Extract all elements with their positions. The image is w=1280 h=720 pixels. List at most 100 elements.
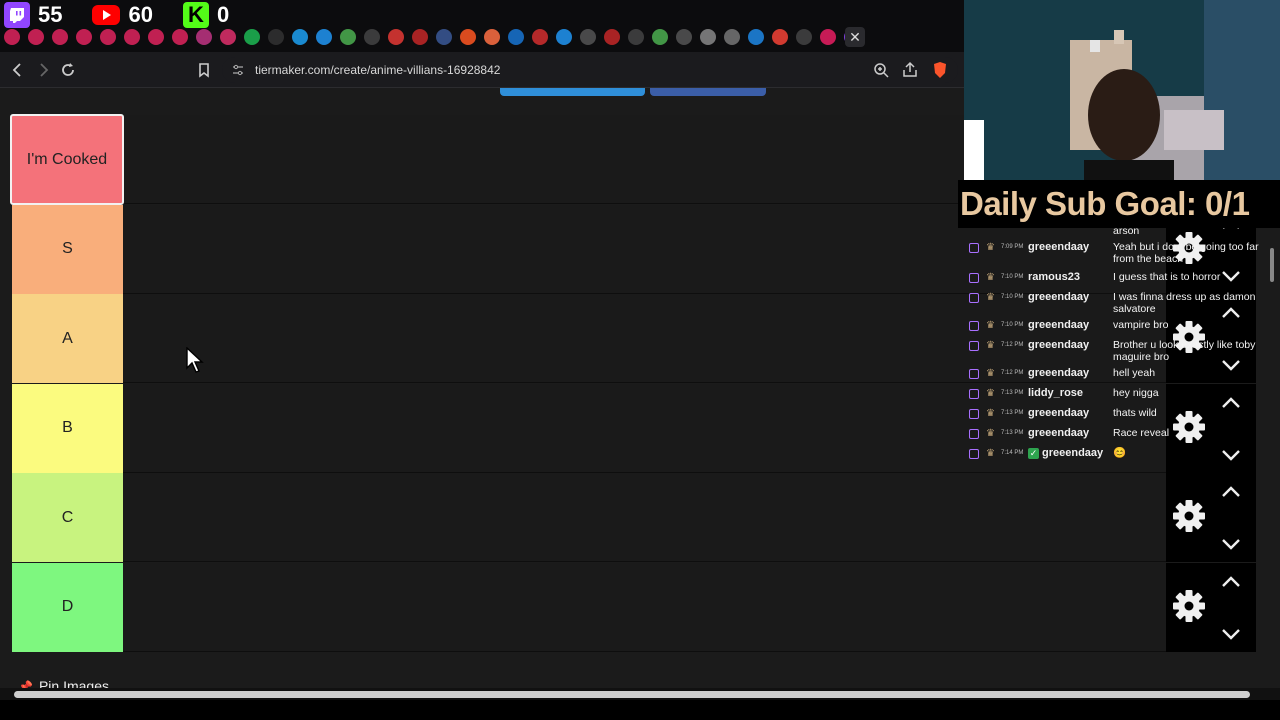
chat-username[interactable]: liddy_rose bbox=[1028, 387, 1083, 399]
tab-favicon-icon[interactable] bbox=[532, 29, 548, 45]
tab-favicon-icon[interactable] bbox=[772, 29, 788, 45]
tab-favicon-icon[interactable] bbox=[364, 29, 380, 45]
vertical-scroll-thumb[interactable] bbox=[1270, 248, 1274, 282]
gear-icon[interactable] bbox=[1172, 589, 1206, 623]
tab-favicon-icon[interactable] bbox=[484, 29, 500, 45]
tab-favicon-icon[interactable] bbox=[76, 29, 92, 45]
user-badge-icon: ♛ bbox=[986, 448, 995, 459]
tab-favicon-icon[interactable] bbox=[460, 29, 476, 45]
chat-timestamp: 7:13 PM bbox=[1001, 430, 1024, 436]
kick-counter: K 0 bbox=[182, 2, 229, 28]
tab-favicon-icon[interactable] bbox=[4, 29, 20, 45]
tab-favicon-icon[interactable] bbox=[220, 29, 236, 45]
tier-label[interactable]: D bbox=[12, 562, 123, 652]
tab-strip bbox=[4, 29, 860, 45]
tab-favicon-icon[interactable] bbox=[436, 29, 452, 45]
tab-favicon-icon[interactable] bbox=[748, 29, 764, 45]
tab-favicon-icon[interactable] bbox=[388, 29, 404, 45]
user-badge-icon: ♛ bbox=[986, 428, 995, 439]
chat-text: Race reveal bbox=[1113, 427, 1170, 439]
twitch-chat-icon bbox=[969, 243, 979, 253]
reload-icon[interactable] bbox=[58, 60, 78, 80]
tab-favicon-icon[interactable] bbox=[52, 29, 68, 45]
tab-favicon-icon[interactable] bbox=[172, 29, 188, 45]
chevron-down-icon[interactable] bbox=[1220, 627, 1242, 641]
twitch-chat-icon bbox=[969, 321, 979, 331]
save-download-button[interactable] bbox=[500, 88, 645, 96]
url-text[interactable]: tiermaker.com/create/anime-villians-1692… bbox=[255, 63, 500, 77]
tab-favicon-icon[interactable] bbox=[124, 29, 140, 45]
chat-username[interactable]: ramous23 bbox=[1028, 271, 1080, 283]
chat-username[interactable]: greeendaay bbox=[1028, 319, 1089, 331]
tab-favicon-icon[interactable] bbox=[796, 29, 812, 45]
secondary-action-button[interactable] bbox=[650, 88, 766, 96]
twitch-chat-icon bbox=[969, 389, 979, 399]
tab-favicon-icon[interactable] bbox=[292, 29, 308, 45]
tab-favicon-icon[interactable] bbox=[340, 29, 356, 45]
tier-controls bbox=[1166, 473, 1256, 562]
twitch-chat-icon bbox=[969, 369, 979, 379]
tab-favicon-icon[interactable] bbox=[556, 29, 572, 45]
tab-favicon-icon[interactable] bbox=[508, 29, 524, 45]
tab-favicon-icon[interactable] bbox=[820, 29, 836, 45]
chat-text: Brother u look exactly like toby maguire… bbox=[1113, 339, 1256, 363]
tier-label[interactable]: I'm Cooked bbox=[10, 114, 124, 205]
user-badge-icon: ♛ bbox=[986, 242, 995, 253]
chat-username[interactable]: greeendaay bbox=[1028, 291, 1089, 303]
chat-username[interactable]: greeendaay bbox=[1028, 241, 1089, 253]
horizontal-scrollbar[interactable] bbox=[0, 688, 1280, 700]
twitch-counter: 55 bbox=[4, 2, 62, 28]
twitch-chat-icon bbox=[969, 293, 979, 303]
gear-icon[interactable] bbox=[1172, 499, 1206, 533]
tab-favicon-icon[interactable] bbox=[196, 29, 212, 45]
close-tab-button[interactable]: ✕ bbox=[845, 27, 865, 47]
tab-favicon-icon[interactable] bbox=[268, 29, 284, 45]
tab-favicon-icon[interactable] bbox=[100, 29, 116, 45]
tab-favicon-icon[interactable] bbox=[700, 29, 716, 45]
tab-favicon-icon[interactable] bbox=[724, 29, 740, 45]
chat-username[interactable]: greeendaay bbox=[1042, 447, 1103, 459]
chat-username[interactable]: greeendaay bbox=[1028, 339, 1089, 351]
tab-favicon-icon[interactable] bbox=[652, 29, 668, 45]
tab-favicon-icon[interactable] bbox=[580, 29, 596, 45]
youtube-icon bbox=[92, 5, 121, 25]
tab-favicon-icon[interactable] bbox=[628, 29, 644, 45]
user-badge-icon: ♛ bbox=[986, 388, 995, 399]
bookmark-icon[interactable] bbox=[194, 60, 214, 80]
chevron-up-icon[interactable] bbox=[1220, 485, 1242, 499]
chevron-down-icon[interactable] bbox=[1220, 537, 1242, 551]
tab-favicon-icon[interactable] bbox=[676, 29, 692, 45]
chat-text: vampire bro bbox=[1113, 319, 1169, 331]
tier-row[interactable]: C bbox=[12, 473, 1166, 562]
zoom-icon[interactable] bbox=[871, 60, 891, 80]
user-badge-icon: ♛ bbox=[986, 368, 995, 379]
tier-label[interactable]: S bbox=[12, 204, 123, 294]
vertical-scrollbar[interactable] bbox=[1268, 230, 1276, 690]
share-icon[interactable] bbox=[900, 60, 920, 80]
forward-arrow-icon[interactable] bbox=[33, 60, 53, 80]
chevron-up-icon[interactable] bbox=[1220, 575, 1242, 589]
tab-favicon-icon[interactable] bbox=[244, 29, 260, 45]
back-arrow-icon[interactable] bbox=[8, 60, 28, 80]
tab-favicon-icon[interactable] bbox=[316, 29, 332, 45]
tab-favicon-icon[interactable] bbox=[604, 29, 620, 45]
tab-favicon-icon[interactable] bbox=[28, 29, 44, 45]
verified-check-icon: ✓ bbox=[1028, 448, 1039, 459]
address-bar[interactable]: tiermaker.com/create/anime-villians-1692… bbox=[222, 57, 958, 83]
tier-row[interactable]: D bbox=[12, 562, 1166, 652]
site-settings-icon[interactable] bbox=[232, 64, 244, 79]
tab-favicon-icon[interactable] bbox=[148, 29, 164, 45]
tab-favicon-icon[interactable] bbox=[412, 29, 428, 45]
chat-username[interactable]: greeendaay bbox=[1028, 407, 1089, 419]
chat-username[interactable]: greeendaay bbox=[1028, 367, 1089, 379]
horizontal-scroll-thumb[interactable] bbox=[14, 691, 1250, 698]
tier-label[interactable]: B bbox=[12, 383, 123, 473]
chat-username[interactable]: greeendaay bbox=[1028, 427, 1089, 439]
tier-label[interactable]: C bbox=[12, 473, 123, 562]
chat-text: hey nigga bbox=[1113, 387, 1159, 399]
tier-label[interactable]: A bbox=[12, 294, 123, 383]
brave-shield-icon[interactable] bbox=[930, 60, 950, 80]
chat-text: hell yeah bbox=[1113, 367, 1156, 379]
kick-icon: K bbox=[182, 2, 209, 28]
browser-nav-bar: tiermaker.com/create/anime-villians-1692… bbox=[0, 52, 964, 88]
